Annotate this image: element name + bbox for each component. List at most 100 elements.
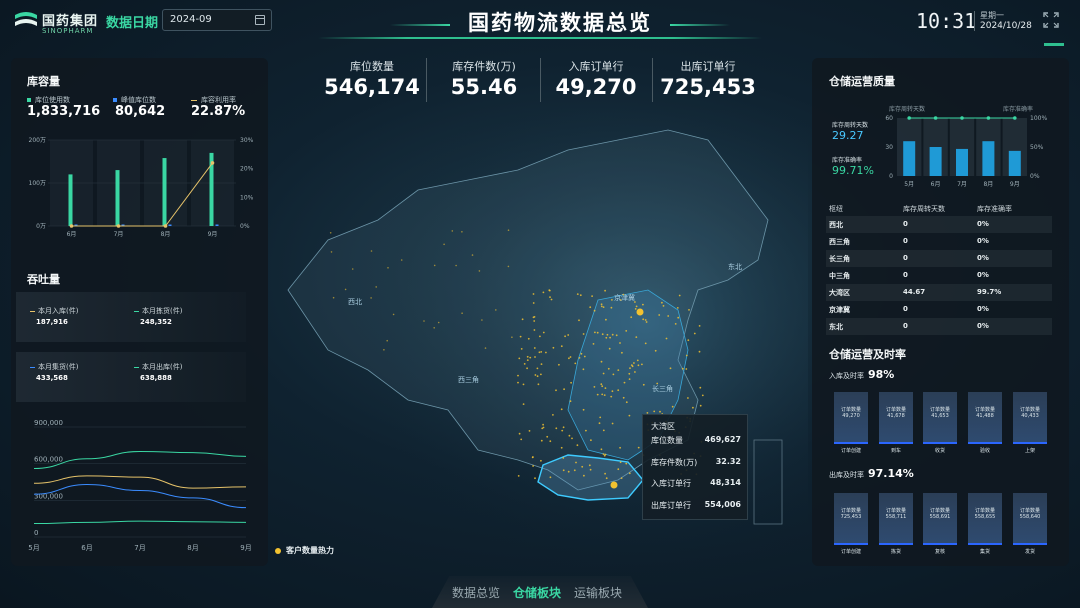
- kpi-inbound-lines: 入库订单行 49,270: [540, 57, 652, 103]
- heat-dot: [628, 372, 631, 375]
- step-bar[interactable]: 订单数量 41,488: [968, 392, 1002, 444]
- step-bar[interactable]: 订单数量 558,640: [1013, 493, 1047, 545]
- kpi-label: 库存件数(万): [452, 60, 516, 73]
- heat-dot: [585, 429, 587, 432]
- step-bar[interactable]: 订单数量 40,433: [1013, 392, 1047, 444]
- heat-dot: [567, 334, 570, 336]
- step-bar[interactable]: 订单数量 558,691: [923, 493, 957, 545]
- tp-value: 248,352: [140, 318, 172, 326]
- bar-turnover: [1008, 150, 1021, 176]
- capacity-chart[interactable]: 200万 100万 0万 30% 20% 10% 0% 6月 7月 8月 9月: [22, 128, 262, 244]
- step-bar-caption: 复核: [934, 549, 945, 555]
- table-row[interactable]: 西三角 0 0%: [826, 233, 1052, 250]
- heat-dot: [540, 363, 543, 365]
- y-tick-right: 100%: [1030, 115, 1047, 122]
- inbound-rate: 入库及时率 98%: [829, 368, 894, 381]
- step-bar-caption: 集货: [979, 549, 990, 555]
- heat-dot: [602, 429, 605, 432]
- heat-dot: [351, 268, 354, 270]
- quality-chart[interactable]: 60 30 0 100% 50% 0% 5月 6月 7月 8月 9月: [882, 110, 1050, 192]
- tab-warehouse[interactable]: 仓储板块: [513, 584, 561, 601]
- accuracy-point: [1013, 116, 1017, 120]
- accuracy-label: 库存准确率: [832, 157, 863, 164]
- heat-dot: [617, 369, 620, 371]
- heat-dot: [383, 349, 385, 351]
- step-bar[interactable]: 订单数量 41,653: [923, 392, 957, 444]
- heat-hotspot: [610, 481, 618, 489]
- x-tick: 7月: [134, 544, 145, 552]
- x-tick: 9月: [208, 231, 218, 238]
- step-bar-value: 41,488: [976, 413, 994, 419]
- step-bar[interactable]: 订单数量 41,678: [879, 392, 913, 444]
- table-row[interactable]: 长三角 0 0%: [826, 250, 1052, 267]
- heat-dot: [671, 405, 674, 408]
- tooltip-value: 469,627: [704, 435, 741, 444]
- heat-dot: [698, 325, 701, 327]
- heat-dot: [564, 335, 566, 338]
- kpi-inventory: 库存件数(万) 55.46: [428, 57, 540, 103]
- heat-dot: [569, 400, 572, 403]
- kpi-value: 725,453: [660, 75, 756, 99]
- current-date: 2024/10/28: [980, 21, 1032, 31]
- heat-dot: [575, 461, 577, 464]
- x-tick: 9月: [240, 544, 251, 552]
- heat-dot: [478, 270, 481, 272]
- table-cell: 0: [903, 322, 908, 330]
- step-bar-value: 558,691: [929, 514, 951, 520]
- table-row[interactable]: 东北 0 0%: [826, 318, 1052, 335]
- tooltip-label: 入库订单行: [651, 479, 691, 488]
- step-bar[interactable]: 订单数量 558,711: [879, 493, 913, 545]
- heat-dot: [537, 383, 540, 386]
- table-cell: 0%: [977, 254, 989, 262]
- accuracy-point: [907, 116, 911, 120]
- quality-summary: 库存周转天数 29.27 库存准确率 99.71%: [829, 106, 881, 180]
- calendar-icon[interactable]: [255, 15, 265, 25]
- table-row[interactable]: 中三角 0 0%: [826, 267, 1052, 284]
- table-row[interactable]: 西北 0 0%: [826, 216, 1052, 233]
- heat-dot: [555, 389, 557, 392]
- table-row[interactable]: 京津冀 0 0%: [826, 301, 1052, 318]
- heat-dot: [610, 395, 613, 398]
- used-locations-value: 1,833,716: [27, 104, 101, 119]
- legend-label: 库位使用数: [35, 96, 70, 104]
- heat-dot: [370, 297, 372, 299]
- logo-icon: [15, 12, 37, 26]
- heat-dot: [687, 339, 690, 342]
- tooltip-label: 库位数量: [651, 436, 683, 445]
- heat-dot: [567, 470, 570, 473]
- map-legend[interactable]: 客户数量热力: [275, 545, 334, 556]
- bar-used: [68, 174, 73, 226]
- heat-dot: [461, 231, 463, 233]
- step-bar-caption: 收货: [934, 448, 945, 454]
- heat-dot: [581, 465, 584, 468]
- heat-dot: [540, 351, 543, 353]
- tab-transport[interactable]: 运输板块: [574, 584, 622, 601]
- step-bar-value: 558,711: [885, 514, 907, 520]
- kpi-locations: 库位数量 546,174: [316, 57, 428, 103]
- step-bar[interactable]: 订单数量 558,655: [968, 493, 1002, 545]
- tab-overview[interactable]: 数据总览: [452, 584, 500, 601]
- heat-dot: [455, 264, 457, 267]
- tooltip-row: 库存件数(万) 32.32: [651, 457, 741, 468]
- x-tick: 7月: [114, 231, 124, 238]
- table-row[interactable]: 大湾区 44.67 99.7%: [826, 284, 1052, 301]
- heat-dot: [578, 357, 581, 359]
- date-picker[interactable]: 2024-09: [162, 9, 272, 31]
- kpi-label: 入库订单行: [568, 60, 624, 73]
- heat-dot: [375, 286, 377, 288]
- step-bar[interactable]: 订单数量 725,453: [834, 493, 868, 545]
- heat-hotspot: [636, 308, 644, 316]
- heat-dot: [600, 448, 603, 451]
- outbound-rate-value: 97.14%: [868, 467, 914, 480]
- page-title-wrap: 国药物流数据总览: [390, 4, 730, 40]
- heat-dot: [330, 251, 333, 253]
- accuracy-point: [986, 116, 991, 120]
- step-bar[interactable]: 订单数量 49,270: [834, 392, 868, 444]
- fullscreen-icon[interactable]: [1042, 11, 1060, 29]
- heat-dot: [540, 439, 543, 442]
- throughput-chart[interactable]: 900,000 600,000 300,000 0 5月 6月 7月 8月 9月: [22, 420, 260, 560]
- outbound-rate-label: 出库及时率: [829, 471, 864, 479]
- heat-dot: [665, 337, 668, 340]
- heat-dot: [625, 401, 628, 404]
- heat-dot: [534, 374, 537, 376]
